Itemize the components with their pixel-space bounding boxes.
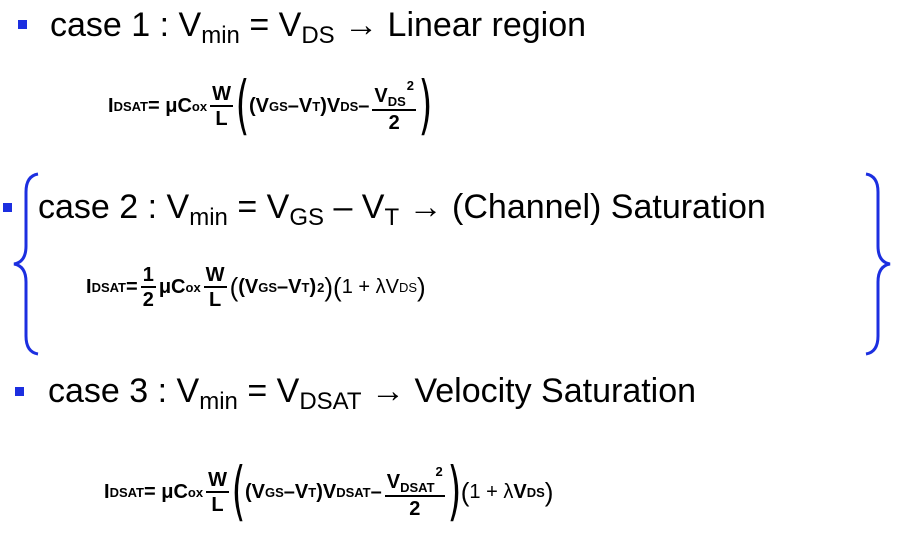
case-3-heading: case 3 : Vmin = VDSAT → Velocity Saturat…	[48, 372, 697, 415]
right-brace	[865, 172, 891, 356]
bullet-2	[3, 203, 12, 212]
bullet-1	[18, 20, 27, 29]
equation-linear: I DSAT = μC ox WL ( (V GS – V T) V DS – VDS2 2…	[108, 69, 433, 143]
bullet-3	[15, 387, 24, 396]
case-2-heading: case 2 : Vmin = VGS – VT → (Channel) Sat…	[38, 188, 766, 231]
fraction-half: 12	[140, 263, 156, 311]
equation-velocity-saturation: I DSAT = μC ox WL ( (V GS – V T) V DSAT – VDS…	[104, 455, 554, 529]
fraction-w-over-l: WL	[210, 82, 233, 130]
equation-channel-saturation: I DSAT = 12 μC ox WL ((V GS – V T) 2) (1 + λV…	[86, 263, 426, 311]
fraction-vds-sq-over-2: VDS2 2	[372, 78, 417, 134]
case-1-heading: case 1 : Vmin = VDS → Linear region	[50, 6, 587, 49]
fraction-w-over-l-3: WL	[206, 468, 229, 516]
fraction-w-over-l-2: WL	[203, 263, 227, 311]
fraction-vdsat-sq-over-2: VDSAT2 2	[384, 464, 445, 520]
